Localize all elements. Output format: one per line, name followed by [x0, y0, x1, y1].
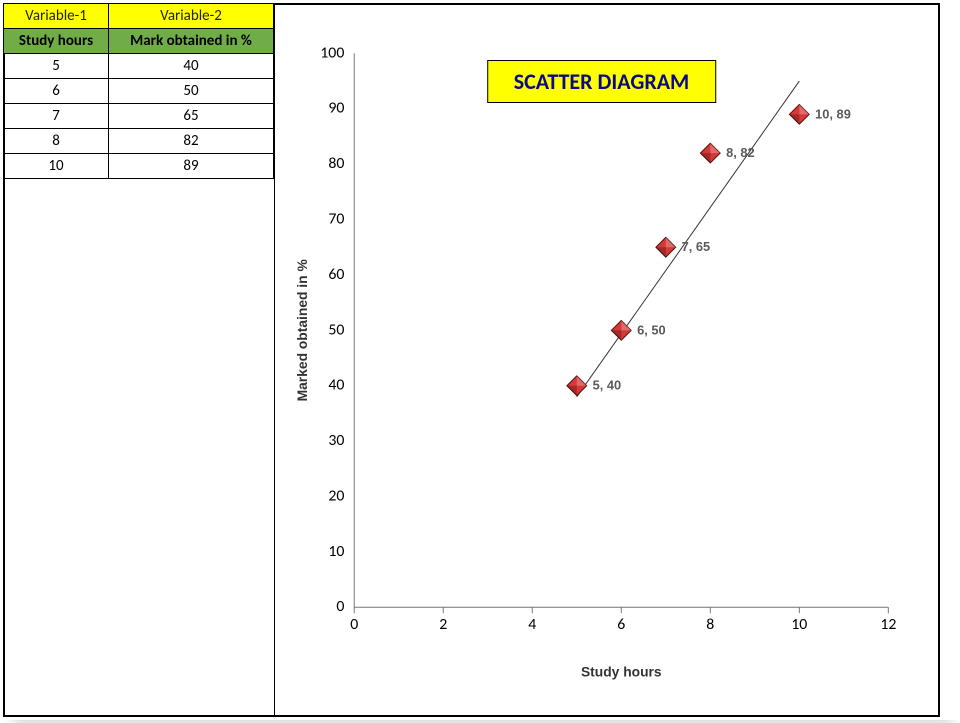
slide-frame: Variable-1 Variable-2 Study hours Mark o…	[3, 3, 940, 717]
svg-text:0: 0	[350, 615, 358, 634]
table-row: 6 50	[4, 79, 274, 104]
svg-text:10: 10	[791, 615, 807, 634]
svg-text:Study hours: Study hours	[581, 664, 662, 680]
svg-text:8, 82: 8, 82	[726, 145, 755, 160]
svg-text:40: 40	[328, 376, 344, 395]
scatter-chart: 0 10 20 30 40 50 60 70 80 90 100 0 2 4 6 8 10 12 5, 40 6, 5…	[285, 15, 918, 705]
svg-text:30: 30	[328, 431, 344, 450]
table-header-row-1: Variable-1 Variable-2	[4, 4, 274, 29]
table-row: 7 65	[4, 104, 274, 129]
svg-text:20: 20	[328, 486, 344, 505]
svg-text:10, 89: 10, 89	[815, 106, 851, 121]
svg-text:6: 6	[617, 615, 625, 634]
cell-x: 8	[4, 129, 109, 154]
cell-x: 5	[4, 54, 109, 79]
table-row: 10 89	[4, 154, 274, 179]
svg-text:70: 70	[328, 210, 344, 229]
svg-text:6, 50: 6, 50	[637, 322, 666, 337]
table-row: 8 82	[4, 129, 274, 154]
svg-text:5, 40: 5, 40	[593, 378, 622, 393]
cell-x: 7	[4, 104, 109, 129]
table-header-study-hours: Study hours	[4, 29, 109, 54]
svg-text:90: 90	[328, 99, 344, 118]
table-row: 5 40	[4, 54, 274, 79]
table-header-mark: Mark obtained in %	[109, 29, 274, 54]
svg-text:80: 80	[328, 154, 344, 173]
svg-text:60: 60	[328, 265, 344, 284]
cell-y: 65	[109, 104, 274, 129]
cell-y: 89	[109, 154, 274, 179]
cell-y: 50	[109, 79, 274, 104]
chart-container: SCATTER DIAGRAM 0 10 20 30 40 50 60 70 80 90 100 0 2…	[285, 15, 918, 705]
chart-frame: SCATTER DIAGRAM 0 10 20 30 40 50 60 70 80 90 100 0 2…	[274, 5, 938, 715]
table-header-var2: Variable-2	[109, 4, 274, 29]
cell-x: 10	[4, 154, 109, 179]
cell-y: 82	[109, 129, 274, 154]
svg-text:12: 12	[880, 615, 896, 634]
svg-text:Marked obtained in %: Marked obtained in %	[294, 259, 310, 401]
svg-text:8: 8	[706, 615, 714, 634]
data-table: Variable-1 Variable-2 Study hours Mark o…	[3, 3, 274, 179]
chart-title: SCATTER DIAGRAM	[487, 60, 717, 103]
svg-text:10: 10	[328, 542, 344, 561]
svg-text:7, 65: 7, 65	[682, 239, 711, 254]
svg-text:2: 2	[439, 615, 447, 634]
table-header-row-2: Study hours Mark obtained in %	[4, 29, 274, 54]
table-header-var1: Variable-1	[4, 4, 109, 29]
svg-text:4: 4	[528, 615, 536, 634]
cell-x: 6	[4, 79, 109, 104]
svg-text:50: 50	[328, 320, 344, 339]
svg-text:0: 0	[336, 597, 344, 616]
cell-y: 40	[109, 54, 274, 79]
svg-text:100: 100	[320, 43, 344, 62]
